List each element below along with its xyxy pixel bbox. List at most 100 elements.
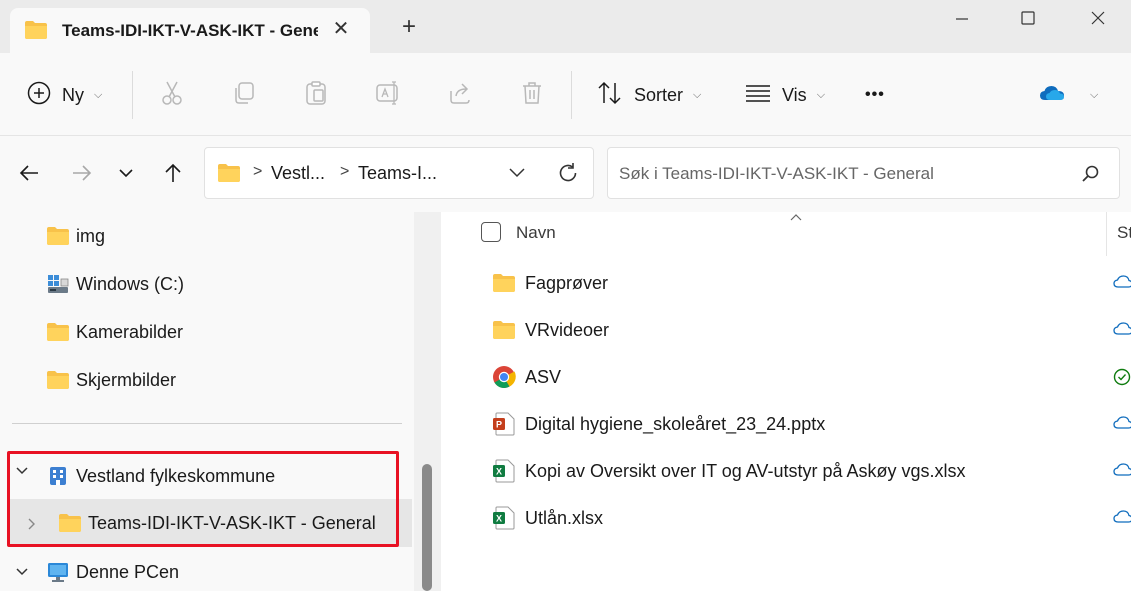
- up-button[interactable]: [158, 160, 188, 190]
- chevron-down-icon: ⌵: [693, 88, 702, 101]
- file-name: Kopi av Oversikt over IT og AV-utstyr på…: [525, 460, 966, 481]
- cloud-status-icon: [1113, 509, 1131, 530]
- file-name: VRvideoer: [525, 319, 610, 340]
- tab-title: Teams-IDI-IKT-V-ASK-IKT - General: [62, 21, 318, 40]
- excel-icon: X: [491, 505, 517, 531]
- onedrive-cloud-icon: [1038, 83, 1066, 108]
- sort-arrows-icon: [596, 80, 624, 111]
- back-button[interactable]: [14, 160, 44, 190]
- file-row[interactable]: ASV: [491, 357, 1131, 397]
- search-icon[interactable]: [1081, 164, 1101, 189]
- new-tab-button[interactable]: +: [396, 14, 422, 40]
- nav-item-skjermbilder[interactable]: Skjermbilder: [46, 360, 176, 400]
- column-divider[interactable]: [1106, 212, 1107, 256]
- svg-text:P: P: [496, 420, 502, 430]
- chevron-down-icon: [117, 166, 135, 184]
- navigation-pane: img Windows (C:) Kamerabilder Skjermbild…: [0, 212, 441, 591]
- column-header-name[interactable]: Navn: [516, 223, 556, 243]
- breadcrumb-item[interactable]: Vestl...: [271, 163, 325, 184]
- nav-item-img[interactable]: img: [46, 216, 105, 256]
- cloud-status-icon: [1113, 415, 1131, 436]
- copy-icon: [230, 79, 258, 112]
- cloud-status-icon: [1113, 274, 1131, 295]
- refresh-icon[interactable]: [556, 161, 580, 190]
- select-all-checkbox[interactable]: [481, 222, 501, 242]
- command-bar: Ny ⌵ Sorter ⌵ Vis ⌵ ••• ⌵: [0, 53, 1131, 136]
- arrow-up-icon: [163, 162, 183, 189]
- address-history-chevron-icon[interactable]: [507, 166, 527, 185]
- arrow-right-icon: [71, 163, 93, 188]
- nav-item-kamerabilder[interactable]: Kamerabilder: [46, 312, 183, 352]
- file-name: Utlån.xlsx: [525, 507, 604, 528]
- folder-icon: [24, 20, 48, 45]
- delete-button[interactable]: [518, 77, 546, 113]
- forward-button[interactable]: [67, 160, 97, 190]
- paste-button[interactable]: [302, 77, 330, 113]
- trash-icon: [518, 79, 546, 112]
- address-bar[interactable]: > Vestl... > Teams-I...: [204, 147, 594, 199]
- column-header-status[interactable]: St: [1117, 223, 1131, 243]
- breadcrumb-item[interactable]: Teams-I...: [358, 163, 437, 184]
- chevron-down-icon: ⌵: [816, 88, 826, 101]
- nav-item-denne-pcen[interactable]: Denne PCen: [46, 552, 179, 591]
- share-button[interactable]: [446, 77, 474, 113]
- rename-button[interactable]: [374, 77, 402, 113]
- file-row[interactable]: X Kopi av Oversikt over IT og AV-utstyr …: [491, 451, 1131, 491]
- folder-icon: [491, 317, 517, 343]
- file-row[interactable]: Fagprøver: [491, 263, 1131, 303]
- sort-label: Sorter: [634, 84, 684, 105]
- view-label: Vis: [782, 84, 807, 105]
- tab-close-icon[interactable]: ✕: [328, 16, 354, 42]
- plus-circle-icon: [26, 80, 52, 111]
- file-list-pane: Navn St Fagprøver VRvideoer ASV P Digita…: [441, 212, 1131, 591]
- computer-icon: [46, 561, 70, 583]
- maximize-button[interactable]: [1008, 4, 1048, 34]
- nav-scrollbar-thumb[interactable]: [422, 464, 432, 591]
- nav-item-label: img: [76, 225, 106, 246]
- folder-icon: [491, 270, 517, 296]
- powerpoint-icon: P: [491, 411, 517, 437]
- search-placeholder: Søk i Teams-IDI-IKT-V-ASK-IKT - General: [619, 164, 934, 183]
- file-name: Digital hygiene_skoleåret_23_24.pptx: [525, 413, 826, 434]
- red-highlight-box: [7, 451, 399, 547]
- sort-ascending-icon: [789, 212, 803, 226]
- nav-item-label: Kamerabilder: [76, 321, 184, 342]
- file-row[interactable]: VRvideoer: [491, 310, 1131, 350]
- chevron-down-icon: ⌵: [94, 88, 103, 101]
- view-button[interactable]: Vis ⌵: [744, 77, 825, 113]
- recent-locations-button[interactable]: [111, 160, 141, 190]
- onedrive-button[interactable]: ⌵: [1038, 77, 1098, 113]
- folder-icon: [46, 321, 70, 343]
- more-options-button[interactable]: •••: [865, 77, 885, 113]
- arrow-left-icon: [18, 163, 40, 188]
- expand-chevron-down-icon[interactable]: [14, 565, 30, 581]
- close-window-button[interactable]: [1078, 4, 1118, 34]
- scissors-icon: [158, 79, 186, 112]
- file-name: ASV: [525, 366, 562, 387]
- sort-button[interactable]: Sorter ⌵: [596, 77, 701, 113]
- nav-item-windows-c[interactable]: Windows (C:): [46, 264, 184, 304]
- excel-icon: X: [491, 458, 517, 484]
- copy-button[interactable]: [230, 77, 258, 113]
- rename-icon: [374, 79, 402, 112]
- address-row: > Vestl... > Teams-I... Søk i Teams-IDI-…: [0, 136, 1131, 212]
- folder-icon: [217, 163, 241, 188]
- minimize-button[interactable]: [942, 4, 982, 34]
- tab-active[interactable]: Teams-IDI-IKT-V-ASK-IKT - General ✕: [10, 8, 370, 53]
- view-lines-icon: [744, 81, 772, 110]
- clipboard-icon: [302, 79, 330, 112]
- file-row[interactable]: X Utlån.xlsx: [491, 498, 1131, 538]
- synced-check-icon: [1113, 368, 1131, 391]
- cut-button[interactable]: [158, 77, 186, 113]
- chrome-icon: [491, 364, 517, 390]
- folder-icon: [46, 225, 70, 247]
- file-row[interactable]: P Digital hygiene_skoleåret_23_24.pptx: [491, 404, 1131, 444]
- toolbar-divider: [571, 71, 572, 119]
- file-name: Fagprøver: [525, 272, 609, 293]
- toolbar-divider: [132, 71, 133, 119]
- svg-text:X: X: [496, 467, 502, 477]
- search-box[interactable]: Søk i Teams-IDI-IKT-V-ASK-IKT - General: [607, 147, 1120, 199]
- nav-item-label: Denne PCen: [76, 561, 180, 582]
- svg-text:X: X: [496, 514, 502, 524]
- new-button[interactable]: Ny ⌵: [26, 77, 102, 113]
